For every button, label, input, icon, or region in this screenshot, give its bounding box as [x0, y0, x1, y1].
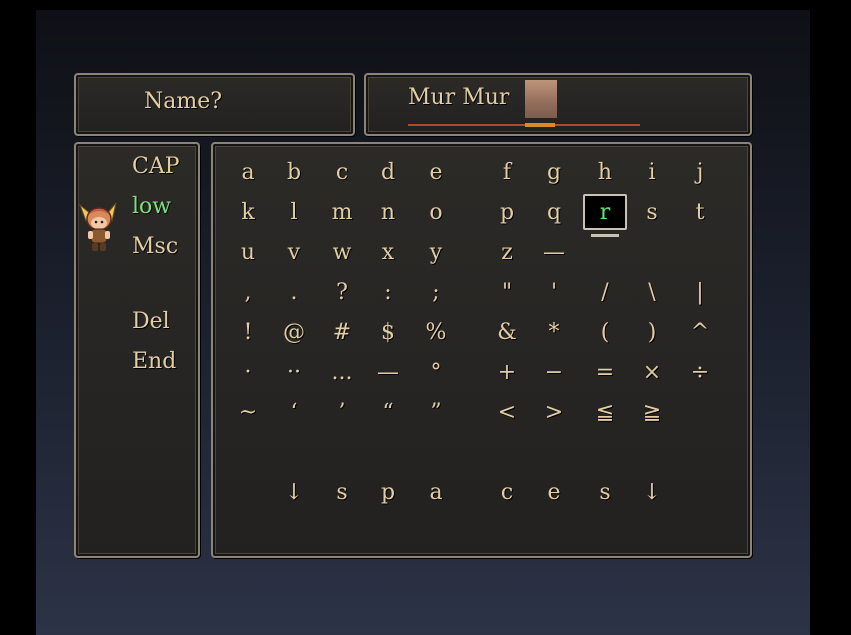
- key-8-6[interactable]: e: [539, 476, 569, 508]
- key-0-6[interactable]: g: [539, 156, 569, 188]
- key-5-3[interactable]: —: [373, 356, 403, 388]
- key-0-8[interactable]: i: [637, 156, 667, 188]
- key-5-0[interactable]: ·: [233, 356, 263, 388]
- text-cursor-block: [525, 80, 557, 118]
- key-1-5[interactable]: p: [492, 196, 522, 228]
- name-prompt-label: Name?: [144, 89, 223, 114]
- key-0-4[interactable]: e: [421, 156, 451, 188]
- key-5-9[interactable]: ÷: [685, 356, 715, 388]
- key-1-0[interactable]: k: [233, 196, 263, 228]
- key-1-6[interactable]: q: [539, 196, 569, 228]
- key-5-4[interactable]: °: [421, 356, 451, 388]
- key-3-9[interactable]: |: [685, 276, 715, 308]
- key-4-7[interactable]: (: [590, 316, 620, 348]
- key-2-2[interactable]: w: [327, 236, 357, 268]
- key-3-3[interactable]: :: [373, 276, 403, 308]
- key-4-4[interactable]: %: [421, 316, 451, 348]
- key-6-5[interactable]: <: [492, 396, 522, 428]
- key-2-4[interactable]: y: [421, 236, 451, 268]
- key-2-5[interactable]: z: [492, 236, 522, 268]
- key-0-3[interactable]: d: [373, 156, 403, 188]
- key-3-8[interactable]: \: [637, 276, 667, 308]
- name-label-panel: Name?: [74, 73, 355, 136]
- mode-item-del[interactable]: Del: [132, 309, 170, 334]
- key-8-4[interactable]: a: [421, 476, 451, 508]
- key-6-7[interactable]: ≦: [590, 396, 620, 428]
- mode-item-cap[interactable]: CAP: [132, 154, 180, 179]
- key-4-6[interactable]: *: [539, 316, 569, 348]
- key-1-4[interactable]: o: [421, 196, 451, 228]
- key-3-5[interactable]: ": [492, 276, 522, 308]
- character-keyboard-panel: a b c d e f g h i j k l m n o p q r s t u v w x y z —,.?:; " ' / \ |! @ #…: [211, 142, 752, 558]
- key-1-3[interactable]: n: [373, 196, 403, 228]
- key-8-3[interactable]: p: [373, 476, 403, 508]
- key-6-4[interactable]: ”: [421, 396, 451, 428]
- key-1-8[interactable]: s: [637, 196, 667, 228]
- key-1-9[interactable]: t: [685, 196, 715, 228]
- key-8-7[interactable]: s: [590, 476, 620, 508]
- key-4-1[interactable]: @: [279, 316, 309, 348]
- key-5-2[interactable]: ...: [327, 356, 357, 388]
- key-6-6[interactable]: >: [539, 396, 569, 428]
- key-4-0[interactable]: !: [233, 316, 263, 348]
- key-3-1[interactable]: .: [279, 276, 309, 308]
- key-3-0[interactable]: ,: [233, 276, 263, 308]
- key-1-2[interactable]: m: [327, 196, 357, 228]
- key-6-8[interactable]: ≧: [637, 396, 667, 428]
- key-5-7[interactable]: =: [590, 356, 620, 388]
- key-4-9[interactable]: ^: [685, 316, 715, 348]
- key-2-6[interactable]: —: [539, 236, 569, 268]
- key-0-0[interactable]: a: [233, 156, 263, 188]
- key-5-8[interactable]: ×: [637, 356, 667, 388]
- winged-character-cursor-icon: [78, 202, 117, 251]
- key-0-9[interactable]: j: [685, 156, 715, 188]
- key-0-7[interactable]: h: [590, 156, 620, 188]
- key-4-2[interactable]: #: [327, 316, 357, 348]
- name-entry-panel[interactable]: Mur Mur: [364, 73, 752, 136]
- key-4-8[interactable]: ): [637, 316, 667, 348]
- key-8-5[interactable]: c: [492, 476, 522, 508]
- key-2-0[interactable]: u: [233, 236, 263, 268]
- name-input-value[interactable]: Mur Mur: [408, 85, 509, 110]
- key-2-1[interactable]: v: [279, 236, 309, 268]
- key-8-8[interactable]: ↓: [637, 476, 667, 508]
- selected-key-underline: [591, 234, 619, 237]
- name-entry-screen: Name? Mur Mur CAP low Msc Del End abcdef…: [36, 10, 810, 635]
- key-0-2[interactable]: c: [327, 156, 357, 188]
- key-4-5[interactable]: &: [492, 316, 522, 348]
- key-5-6[interactable]: −: [539, 356, 569, 388]
- cursor-position-marker: [525, 123, 555, 127]
- key-3-6[interactable]: ': [539, 276, 569, 308]
- key-0-1[interactable]: b: [279, 156, 309, 188]
- key-3-4[interactable]: ;: [421, 276, 451, 308]
- key-5-1[interactable]: ··: [279, 356, 309, 388]
- key-4-3[interactable]: $: [373, 316, 403, 348]
- mode-item-end[interactable]: End: [132, 349, 176, 374]
- key-3-2[interactable]: ?: [327, 276, 357, 308]
- key-6-3[interactable]: “: [373, 396, 403, 428]
- mode-item-msc[interactable]: Msc: [132, 234, 178, 259]
- key-0-5[interactable]: f: [492, 156, 522, 188]
- name-input-underline: [408, 124, 640, 126]
- key-1-7[interactable]: r: [583, 194, 627, 230]
- key-6-2[interactable]: ’: [327, 396, 357, 428]
- mode-item-low[interactable]: low: [132, 194, 171, 219]
- key-8-1[interactable]: ↓: [279, 476, 309, 508]
- key-5-5[interactable]: +: [492, 356, 522, 388]
- key-6-1[interactable]: ‘: [279, 396, 309, 428]
- key-1-1[interactable]: l: [279, 196, 309, 228]
- key-8-2[interactable]: s: [327, 476, 357, 508]
- key-2-3[interactable]: x: [373, 236, 403, 268]
- key-3-7[interactable]: /: [590, 276, 620, 308]
- key-6-0[interactable]: ~: [233, 396, 263, 428]
